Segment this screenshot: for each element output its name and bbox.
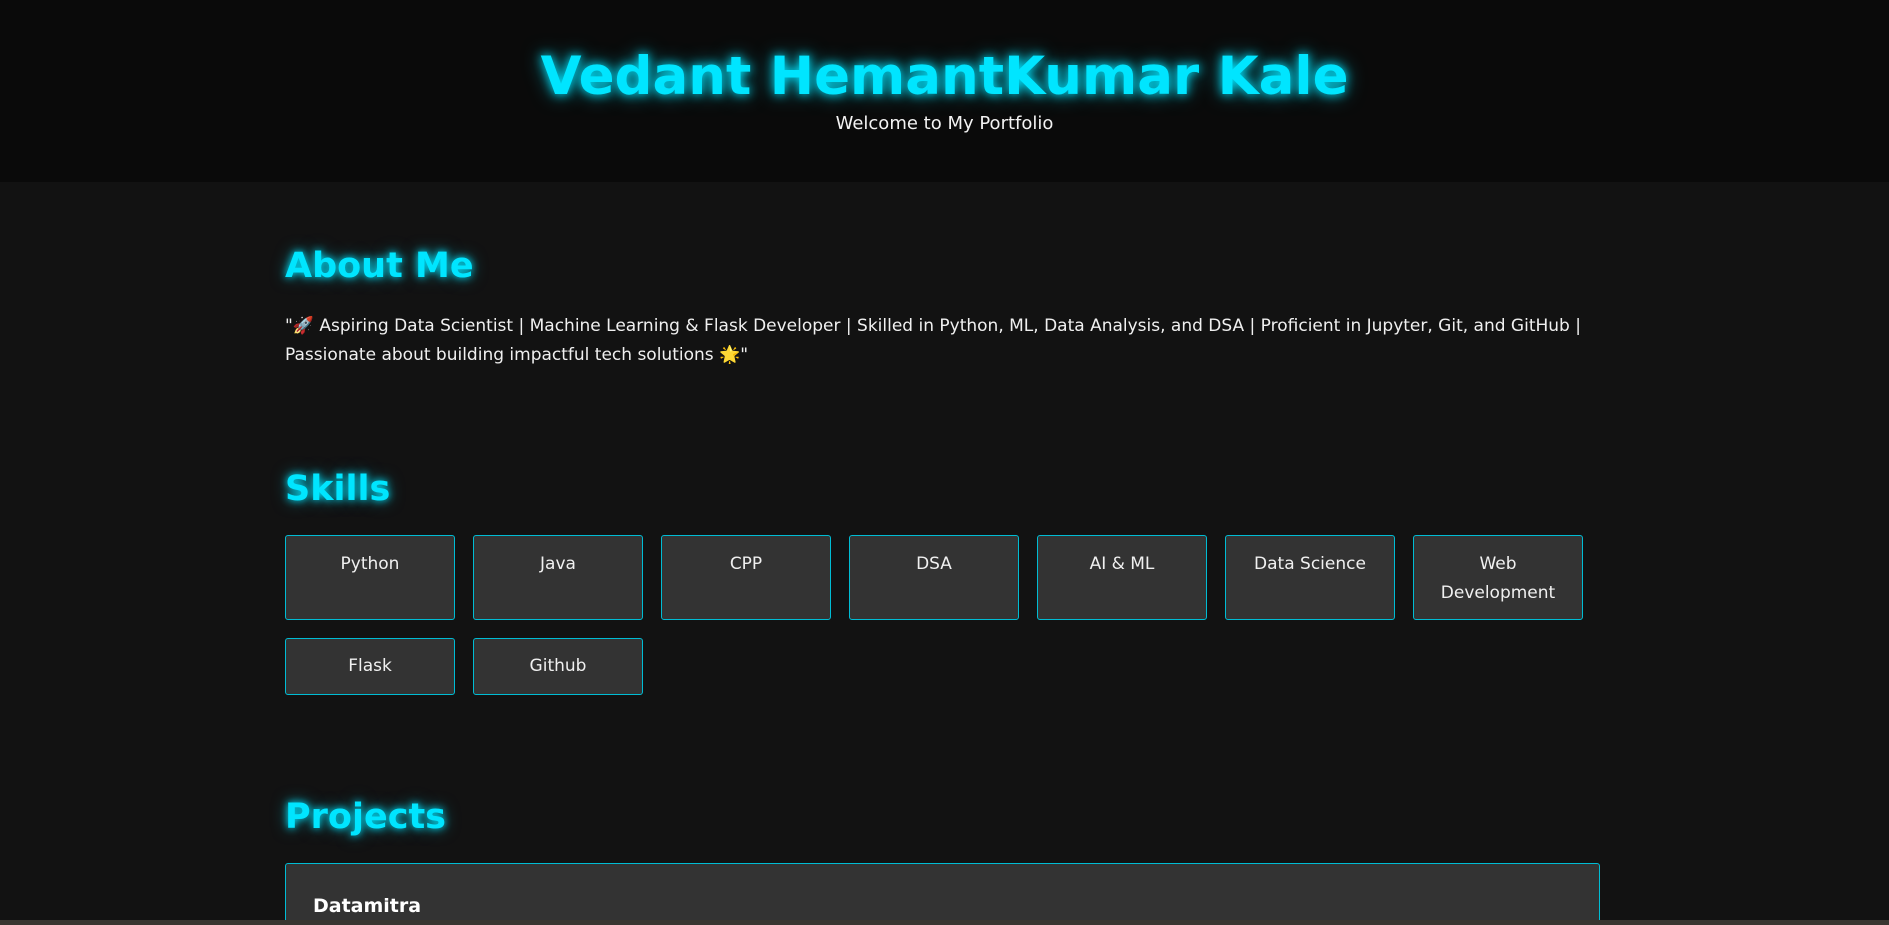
skill-card-dsa: DSA: [849, 535, 1019, 620]
skill-card-data-science: Data Science: [1225, 535, 1395, 620]
skill-card-flask: Flask: [285, 638, 455, 695]
skill-card-github: Github: [473, 638, 643, 695]
skill-card-ai-ml: AI & ML: [1037, 535, 1207, 620]
skills-grid: Python Java CPP DSA AI & ML Data Science…: [285, 535, 1600, 695]
project-title: Datamitra: [313, 895, 422, 917]
site-subtitle: Welcome to My Portfolio: [835, 113, 1054, 134]
skills-heading: Skills: [285, 469, 391, 509]
site-title: Vedant HemantKumar Kale: [540, 46, 1349, 107]
window-bottom-edge: [0, 920, 1889, 925]
site-header: Vedant HemantKumar Kale Welcome to My Po…: [0, 0, 1889, 182]
skill-card-java: Java: [473, 535, 643, 620]
skill-card-python: Python: [285, 535, 455, 620]
about-text: "🚀 Aspiring Data Scientist | Machine Lea…: [285, 316, 1581, 365]
skill-card-cpp: CPP: [661, 535, 831, 620]
projects-heading: Projects: [285, 797, 447, 837]
portfolio-page: Vedant HemantKumar Kale Welcome to My Po…: [0, 0, 1889, 925]
project-card-datamitra: Datamitra: [285, 863, 1600, 925]
about-heading: About Me: [285, 246, 474, 286]
skill-card-web-development: Web Development: [1413, 535, 1583, 620]
